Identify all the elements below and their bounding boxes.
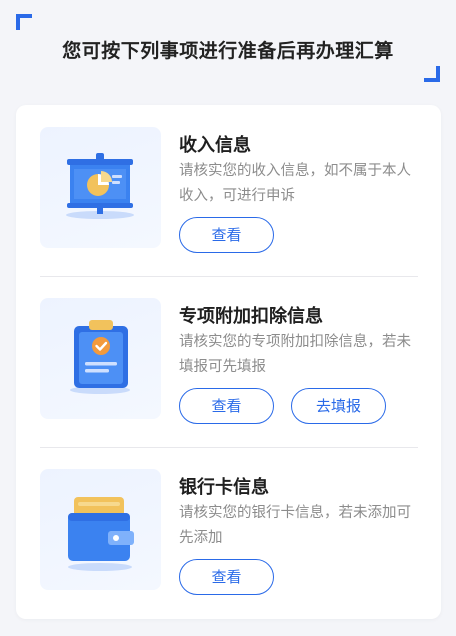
page-title: 您可按下列事项进行准备后再办理汇算 (62, 40, 394, 62)
clipboard-check-icon (40, 298, 161, 419)
section-special-deduction-info: 专项附加扣除信息 请核实您的专项附加扣除信息，若未填报可先填报 查看 去填报 (16, 276, 441, 447)
wallet-card-icon (40, 469, 161, 590)
section-description: 请核实您的银行卡信息，若未添加可先添加 (179, 505, 411, 546)
section-description: 请核实您的专项附加扣除信息，若未填报可先填报 (179, 334, 411, 375)
section-bank-card-info: 银行卡信息 请核实您的银行卡信息，若未添加可先添加 查看 (16, 447, 441, 618)
section-title: 专项附加扣除信息 (179, 306, 323, 327)
corner-bracket-bottom-right (424, 66, 440, 82)
presentation-pie-chart-icon (40, 127, 161, 248)
view-bank-card-button[interactable]: 查看 (179, 559, 274, 595)
corner-bracket-top-left (16, 14, 32, 30)
fill-deduction-button[interactable]: 去填报 (291, 388, 386, 424)
section-title: 收入信息 (179, 135, 251, 156)
section-income-info: 收入信息 请核实您的收入信息，如不属于本人收入，可进行申诉 查看 (16, 105, 441, 276)
view-income-button[interactable]: 查看 (179, 217, 274, 253)
section-title: 银行卡信息 (179, 477, 269, 498)
checklist-card: 收入信息 请核实您的收入信息，如不属于本人收入，可进行申诉 查看 专项附加扣除信… (16, 105, 441, 619)
section-description: 请核实您的收入信息，如不属于本人收入，可进行申诉 (179, 163, 411, 204)
view-deduction-button[interactable]: 查看 (179, 388, 274, 424)
